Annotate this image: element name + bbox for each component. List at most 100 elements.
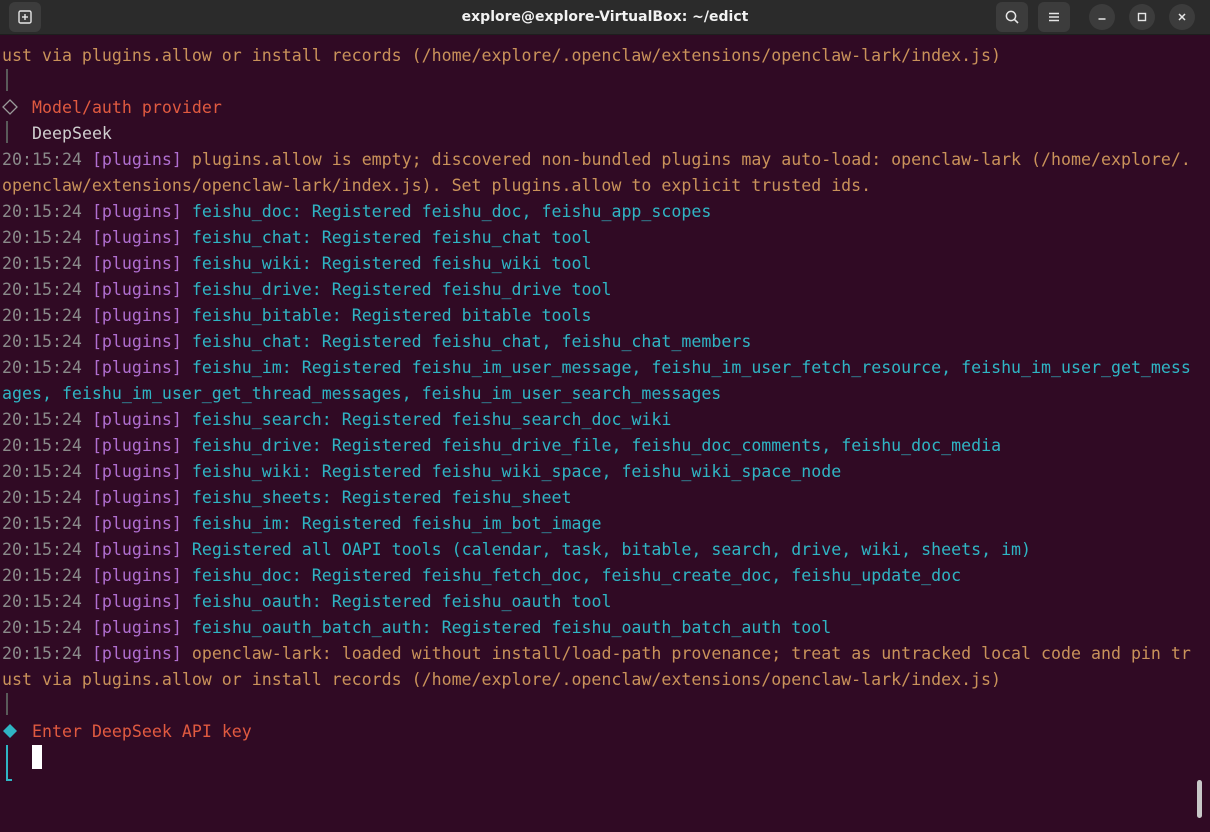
log-tag: [plugins] [91, 644, 182, 663]
terminal-output[interactable]: ust via plugins.allow or install records… [0, 35, 1210, 821]
log-message: feishu_doc: Registered feishu_fetch_doc,… [191, 566, 962, 585]
log-tag: [plugins] [91, 306, 182, 325]
log-tag: [plugins] [91, 618, 182, 637]
text-cursor[interactable] [32, 745, 42, 769]
log-line: openclaw/extensions/openclaw-lark/index.… [2, 173, 871, 199]
log-message: feishu_search: Registered feishu_search_… [191, 410, 672, 429]
log-message: feishu_drive: Registered feishu_drive to… [191, 280, 612, 299]
log-line: 20:15:24 [plugins] feishu_chat: Register… [2, 329, 751, 355]
new-tab-icon [18, 10, 32, 24]
new-tab-button[interactable] [9, 2, 41, 32]
search-button[interactable] [996, 2, 1028, 32]
log-message: feishu_wiki: Registered feishu_wiki_spac… [191, 462, 842, 481]
scrollbar-thumb[interactable] [1197, 780, 1202, 818]
log-message: feishu_chat: Registered feishu_chat tool [191, 228, 592, 247]
log-tag: [plugins] [91, 332, 182, 351]
minimize-icon [1098, 18, 1106, 20]
gutter-line [6, 121, 8, 143]
log-timestamp: 20:15:24 [2, 462, 82, 481]
log-tag: [plugins] [91, 280, 182, 299]
log-timestamp: 20:15:24 [2, 410, 82, 429]
log-timestamp: 20:15:24 [2, 228, 82, 247]
log-timestamp: 20:15:24 [2, 358, 82, 377]
log-message: openclaw-lark: loaded without install/lo… [191, 644, 1191, 663]
log-line: 20:15:24 [plugins] feishu_im: Registered… [2, 511, 601, 537]
log-message: feishu_doc: Registered feishu_doc, feish… [191, 202, 712, 221]
log-tag: [plugins] [91, 462, 182, 481]
diamond-outline-icon [2, 99, 18, 115]
log-message: feishu_im: Registered feishu_im_user_mes… [191, 358, 1191, 377]
log-message: feishu_bitable: Registered bitable tools [191, 306, 592, 325]
log-line: 20:15:24 [plugins] feishu_search: Regist… [2, 407, 671, 433]
log-message: openclaw/extensions/openclaw-lark/index.… [2, 176, 872, 195]
log-line: 20:15:24 [plugins] feishu_im: Registered… [2, 355, 1191, 381]
log-tag: [plugins] [91, 358, 182, 377]
log-message: feishu_sheets: Registered feishu_sheet [191, 488, 572, 507]
search-icon [1005, 10, 1019, 24]
log-tag: [plugins] [91, 410, 182, 429]
log-message: feishu_oauth_batch_auth: Registered feis… [191, 618, 832, 637]
log-tag: [plugins] [91, 488, 182, 507]
log-tag: [plugins] [91, 150, 182, 169]
log-message: feishu_oauth: Registered feishu_oauth to… [191, 592, 612, 611]
log-line: 20:15:24 [plugins] feishu_doc: Registere… [2, 563, 961, 589]
log-line: 20:15:24 [plugins] feishu_chat: Register… [2, 225, 591, 251]
log-tag: [plugins] [91, 566, 182, 585]
menu-button[interactable] [1038, 2, 1070, 32]
log-line: 20:15:24 [plugins] feishu_sheets: Regist… [2, 485, 572, 511]
hamburger-menu-icon [1049, 12, 1059, 22]
close-button[interactable] [1169, 4, 1195, 30]
log-line: ages, feishu_im_user_get_thread_messages… [2, 381, 721, 407]
log-tag: [plugins] [91, 592, 182, 611]
gutter-line [6, 69, 8, 91]
log-timestamp: 20:15:24 [2, 488, 82, 507]
log-line: ust via plugins.allow or install records… [2, 667, 1001, 693]
log-message: ages, feishu_im_user_get_thread_messages… [2, 384, 722, 403]
terminal-window: explore@explore-VirtualBox: ~/edict ust … [0, 0, 1210, 832]
log-message: feishu_drive: Registered feishu_drive_fi… [191, 436, 1002, 455]
title-bar: explore@explore-VirtualBox: ~/edict [0, 0, 1210, 35]
log-line: 20:15:24 [plugins] plugins.allow is empt… [2, 147, 1191, 173]
log-timestamp: 20:15:24 [2, 332, 82, 351]
minimize-button[interactable] [1089, 4, 1115, 30]
log-line: 20:15:24 [plugins] openclaw-lark: loaded… [2, 641, 1191, 667]
log-line: 20:15:24 [plugins] feishu_doc: Registere… [2, 199, 711, 225]
log-tag: [plugins] [91, 514, 182, 533]
log-timestamp: 20:15:24 [2, 592, 82, 611]
log-line: 20:15:24 [plugins] feishu_drive: Registe… [2, 277, 611, 303]
log-line: 20:15:24 [plugins] Registered all OAPI t… [2, 537, 1031, 563]
log-timestamp: 20:15:24 [2, 540, 82, 559]
log-timestamp: 20:15:24 [2, 280, 82, 299]
log-tag: [plugins] [91, 540, 182, 559]
log-tag: [plugins] [91, 228, 182, 247]
log-timestamp: 20:15:24 [2, 566, 82, 585]
active-gutter-line [6, 745, 8, 781]
window-bottom-edge [0, 821, 1210, 832]
gutter-line [6, 693, 8, 715]
window-title: explore@explore-VirtualBox: ~/edict [461, 9, 749, 25]
maximize-button[interactable] [1129, 4, 1155, 30]
log-timestamp: 20:15:24 [2, 306, 82, 325]
log-message: feishu_wiki: Registered feishu_wiki tool [191, 254, 592, 273]
active-gutter-corner [6, 779, 12, 781]
log-timestamp: 20:15:24 [2, 202, 82, 221]
log-line: 20:15:24 [plugins] feishu_oauth_batch_au… [2, 615, 831, 641]
api-key-prompt: Enter DeepSeek API key [32, 722, 252, 741]
log-timestamp: 20:15:24 [2, 436, 82, 455]
log-timestamp: 20:15:24 [2, 514, 82, 533]
log-line: 20:15:24 [plugins] feishu_oauth: Registe… [2, 589, 611, 615]
diamond-filled-icon [3, 724, 17, 738]
log-line: 20:15:24 [plugins] feishu_wiki: Register… [2, 251, 591, 277]
log-line: 20:15:24 [plugins] feishu_wiki: Register… [2, 459, 841, 485]
provider-value: DeepSeek [32, 124, 112, 143]
log-line: 20:15:24 [plugins] feishu_bitable: Regis… [2, 303, 591, 329]
log-message: ust via plugins.allow or install records… [2, 670, 1002, 689]
log-timestamp: 20:15:24 [2, 644, 82, 663]
log-tag: [plugins] [91, 436, 182, 455]
maximize-icon [1137, 12, 1147, 22]
log-timestamp: 20:15:24 [2, 618, 82, 637]
log-message: plugins.allow is empty; discovered non-b… [191, 150, 1191, 169]
model-auth-label: Model/auth provider [32, 98, 222, 117]
log-message: feishu_chat: Registered feishu_chat, fei… [191, 332, 752, 351]
log-message: Registered all OAPI tools (calendar, tas… [191, 540, 1032, 559]
